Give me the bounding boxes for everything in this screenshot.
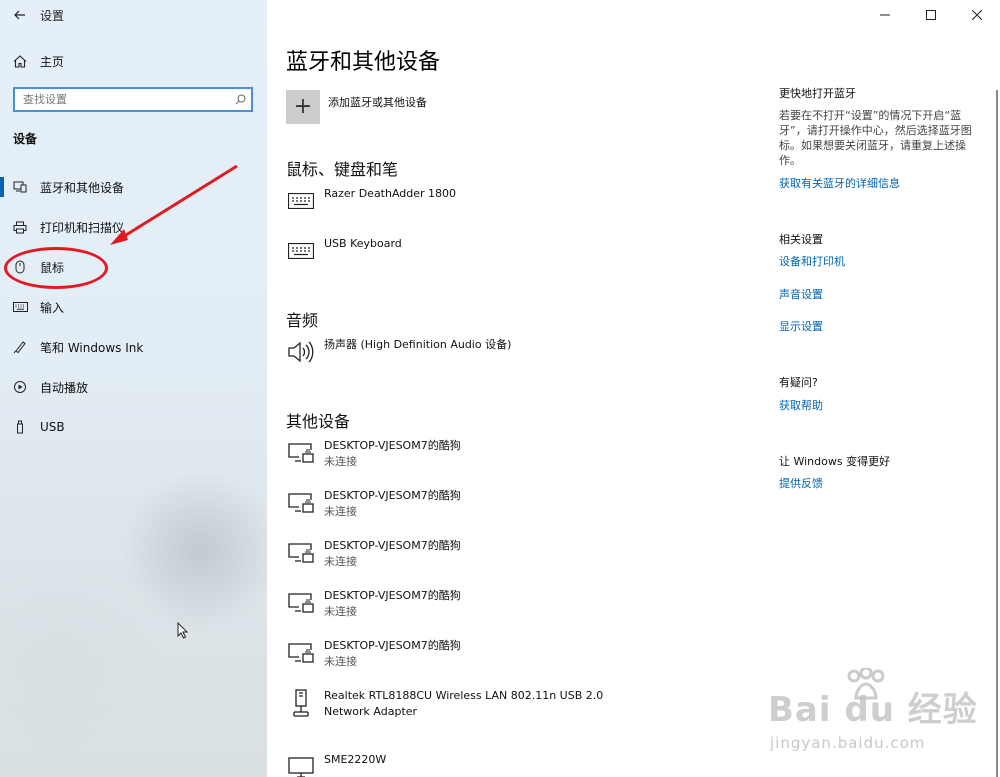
sidebar-item-pen[interactable]: 笔和 Windows Ink	[0, 327, 267, 367]
maximize-icon	[926, 10, 936, 20]
plus-icon: +	[286, 90, 320, 124]
device-item[interactable]: DESKTOP-VJESOM7的酷狗 未连接	[286, 538, 461, 570]
title-bar: 设置	[0, 0, 267, 30]
group-title-other: 其他设备	[286, 412, 351, 431]
device-name-line2: Network Adapter	[324, 705, 418, 718]
search-input[interactable]	[15, 89, 229, 110]
device-item[interactable]: DESKTOP-VJESOM7的酷狗 未连接	[286, 638, 461, 670]
app-title: 设置	[40, 8, 65, 23]
bluetooth-info-link[interactable]: 获取有关蓝牙的详细信息	[779, 175, 900, 191]
sidebar-item-label: 自动播放	[40, 380, 89, 395]
wireless-display-icon	[286, 488, 316, 518]
sidebar-item-label: 主页	[40, 54, 65, 69]
device-name: 扬声器 (High Definition Audio 设备)	[324, 338, 512, 351]
device-name: DESKTOP-VJESOM7的酷狗	[324, 539, 461, 552]
device-name: DESKTOP-VJESOM7的酷狗	[324, 489, 461, 502]
sidebar-item-bluetooth[interactable]: 蓝牙和其他设备	[0, 167, 267, 207]
device-item[interactable]: Realtek RTL8188CU Wireless LAN 802.11n U…	[286, 688, 603, 720]
add-device-button[interactable]: + 添加蓝牙或其他设备	[286, 90, 427, 124]
section-title: 设备	[13, 132, 38, 146]
sidebar-item-typing[interactable]: 输入	[0, 287, 267, 327]
search-icon[interactable]	[229, 94, 251, 105]
pen-icon	[0, 340, 40, 354]
sidebar-item-printers[interactable]: 打印机和扫描仪	[0, 207, 267, 247]
device-item[interactable]: SME2220W	[286, 752, 386, 777]
back-button[interactable]	[0, 0, 40, 30]
keyboard-icon	[0, 302, 40, 312]
sidebar-nav: 蓝牙和其他设备 打印机和扫描仪 鼠标 输入 笔和 Windows Ink 自动播…	[0, 167, 267, 447]
wireless-display-icon	[286, 588, 316, 618]
printer-icon	[0, 221, 40, 234]
monitor-icon	[286, 752, 316, 777]
wireless-display-icon	[286, 538, 316, 568]
wireless-display-icon	[286, 638, 316, 668]
usb-icon	[0, 420, 40, 434]
device-item[interactable]: USB Keyboard	[286, 236, 402, 266]
sidebar: 设置 主页 设备 蓝牙和其他设备 打印机和扫描仪	[0, 0, 267, 777]
device-name: DESKTOP-VJESOM7的酷狗	[324, 439, 461, 452]
sidebar-item-label: USB	[40, 420, 65, 434]
devices-printers-link[interactable]: 设备和打印机	[779, 253, 845, 269]
sidebar-item-label: 笔和 Windows Ink	[40, 340, 144, 355]
device-item[interactable]: DESKTOP-VJESOM7的酷狗 未连接	[286, 588, 461, 620]
device-status: 未连接	[324, 605, 357, 618]
device-item[interactable]: DESKTOP-VJESOM7的酷狗 未连接	[286, 438, 461, 470]
device-status: 未连接	[324, 505, 357, 518]
baidu-watermark: Bai du 经验 jingyan.baidu.com	[760, 668, 1000, 777]
watermark-text: Bai du 经验	[768, 690, 978, 730]
display-settings-link[interactable]: 显示设置	[779, 318, 823, 334]
get-help-link[interactable]: 获取帮助	[779, 397, 823, 413]
device-status: 未连接	[324, 555, 357, 568]
feedback-link[interactable]: 提供反馈	[779, 475, 823, 491]
sidebar-item-autoplay[interactable]: 自动播放	[0, 367, 267, 407]
related-settings-title: 相关设置	[779, 233, 823, 246]
watermark-url: jingyan.baidu.com	[770, 734, 926, 752]
feedback-title: 让 Windows 变得更好	[779, 455, 891, 468]
wireless-display-icon	[286, 438, 316, 468]
bluetooth-tip-title: 更快地打开蓝牙	[779, 87, 856, 100]
device-item[interactable]: DESKTOP-VJESOM7的酷狗 未连接	[286, 488, 461, 520]
sidebar-item-usb[interactable]: USB	[0, 407, 267, 447]
add-device-label: 添加蓝牙或其他设备	[328, 96, 427, 109]
sidebar-item-label: 输入	[40, 300, 65, 315]
group-title-input-devices: 鼠标、键盘和笔	[286, 160, 399, 179]
device-item[interactable]: Razer DeathAdder 1800	[286, 186, 456, 216]
device-name: Realtek RTL8188CU Wireless LAN 802.11n U…	[324, 689, 604, 702]
minimize-button[interactable]	[862, 0, 908, 30]
window-controls	[862, 0, 1000, 30]
close-button[interactable]	[954, 0, 1000, 30]
mouse-cursor-icon	[177, 622, 189, 639]
home-icon	[0, 54, 40, 68]
page-title: 蓝牙和其他设备	[286, 50, 441, 75]
group-title-audio: 音频	[286, 311, 319, 330]
search-box[interactable]	[13, 87, 253, 112]
autoplay-icon	[0, 380, 40, 394]
maximize-button[interactable]	[908, 0, 954, 30]
minimize-icon	[880, 14, 890, 16]
device-status: 未连接	[324, 455, 357, 468]
keyboard-icon	[286, 236, 316, 266]
device-name: Razer DeathAdder 1800	[324, 187, 457, 200]
sidebar-item-label: 蓝牙和其他设备	[40, 180, 125, 195]
device-name: SME2220W	[324, 753, 387, 766]
help-title: 有疑问?	[779, 376, 818, 389]
annotation-circle	[4, 247, 108, 289]
bluetooth-tip-text: 若要在不打开“设置”的情况下开启“蓝牙”，请打开操作中心，然后选择蓝牙图标。如果…	[779, 109, 972, 167]
device-item[interactable]: 扬声器 (High Definition Audio 设备)	[286, 337, 511, 367]
device-name: USB Keyboard	[324, 237, 402, 250]
device-status: 未连接	[324, 655, 357, 668]
device-name: DESKTOP-VJESOM7的酷狗	[324, 639, 461, 652]
sidebar-item-home[interactable]: 主页	[0, 48, 267, 74]
bluetooth-devices-icon	[0, 181, 40, 193]
back-arrow-icon	[14, 10, 25, 20]
close-icon	[972, 10, 982, 20]
sound-settings-link[interactable]: 声音设置	[779, 286, 823, 302]
device-name: DESKTOP-VJESOM7的酷狗	[324, 589, 461, 602]
network-adapter-icon	[286, 688, 316, 718]
speaker-icon	[286, 337, 316, 367]
sidebar-item-label: 打印机和扫描仪	[40, 220, 125, 235]
keyboard-icon	[286, 186, 316, 216]
main-content: 蓝牙和其他设备 + 添加蓝牙或其他设备 鼠标、键盘和笔 Razer DeathA…	[267, 0, 1000, 777]
